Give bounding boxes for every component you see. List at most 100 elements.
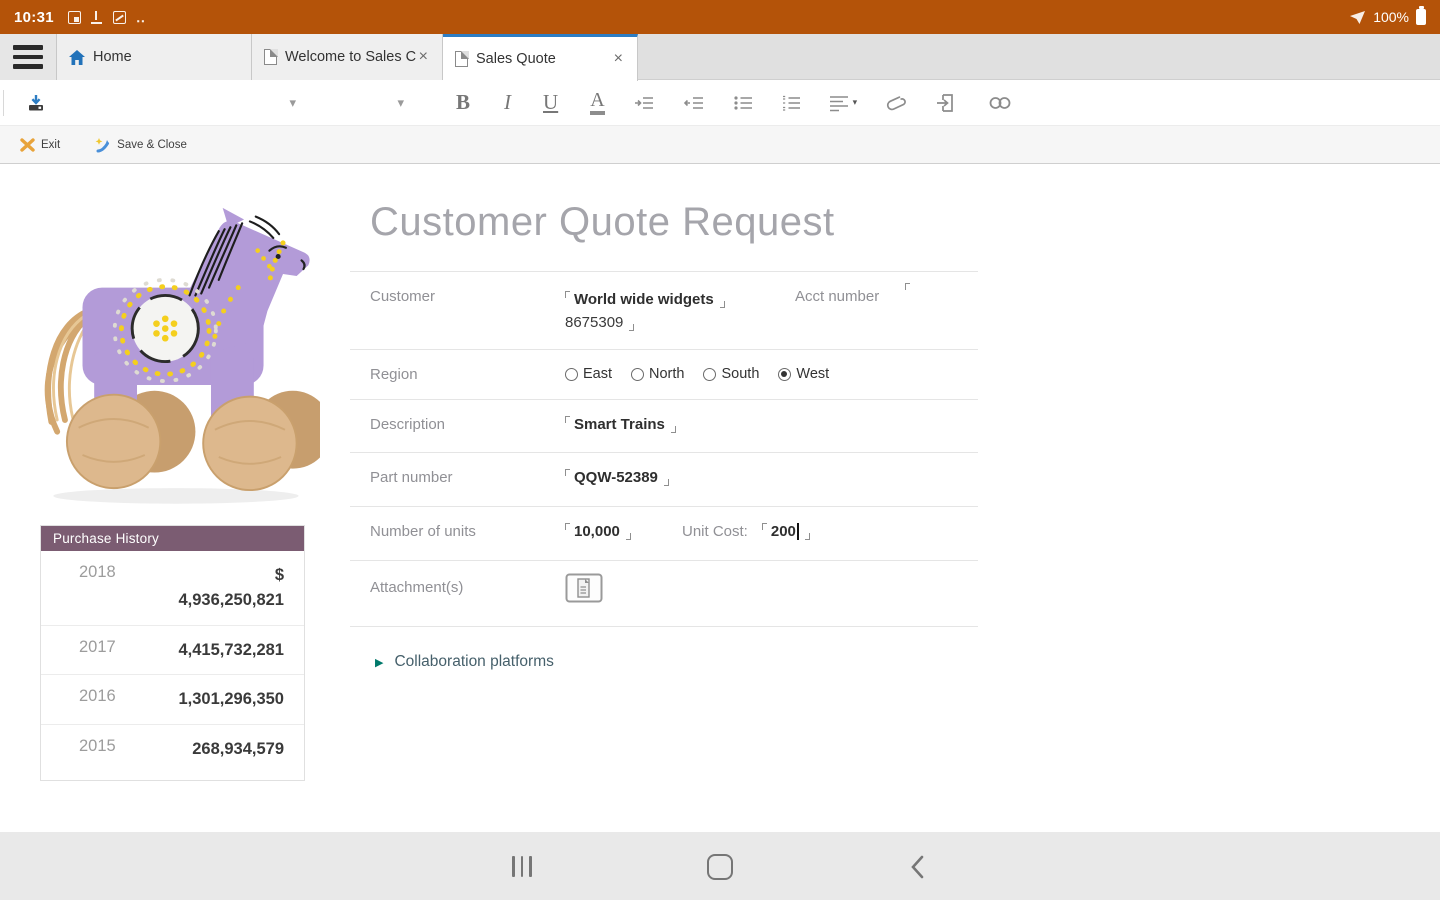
purchase-history-row: 2018 $ 4,936,250,821: [41, 551, 304, 626]
part-number-field[interactable]: QQW-52389: [574, 469, 658, 486]
radio-west-selected[interactable]: West: [778, 366, 829, 382]
unit-cost-label: Unit Cost:: [682, 523, 748, 540]
text-cursor: [796, 523, 799, 540]
home-icon: [69, 49, 85, 65]
unit-cost-field[interactable]: 200: [771, 523, 796, 540]
home-nav-button[interactable]: [707, 854, 733, 880]
field-end-marker: [719, 301, 725, 309]
battery-percent: 100%: [1373, 9, 1409, 25]
save-close-button[interactable]: Save & Close: [94, 137, 187, 153]
save-close-label: Save & Close: [117, 138, 187, 151]
tab-label: Home: [93, 49, 132, 65]
document-icon: [264, 48, 278, 65]
units-row: Number of units 10,000 Unit Cost: 200: [350, 507, 978, 561]
menu-button[interactable]: [0, 34, 56, 80]
year-label: 2018: [79, 563, 116, 581]
close-tab-icon[interactable]: ×: [417, 48, 430, 66]
year-label: 2016: [79, 687, 116, 706]
attachment-thumbnail[interactable]: [565, 573, 603, 626]
numbered-list-button[interactable]: [781, 94, 801, 112]
description-label: Description: [370, 416, 446, 433]
region-radio-group: East North South West: [565, 366, 829, 382]
purchase-history-row: 2015 268,934,579: [41, 725, 304, 780]
battery-icon: [1416, 6, 1426, 25]
underline-button[interactable]: U: [543, 90, 558, 115]
font-size-dropdown[interactable]: ▾: [296, 95, 404, 111]
tab-home[interactable]: Home: [56, 34, 252, 80]
customer-field[interactable]: World wide widgets: [574, 291, 714, 308]
acct-number-field[interactable]: 8675309: [565, 314, 623, 331]
text-color-button[interactable]: A: [590, 90, 605, 115]
insert-object-button[interactable]: [935, 92, 957, 114]
part-number-row: Part number QQW-52389: [350, 453, 978, 507]
field-end-marker: [625, 533, 631, 541]
caret-down-icon: ▾: [852, 97, 858, 107]
back-button[interactable]: [910, 855, 924, 884]
save-import-button[interactable]: [26, 93, 46, 113]
italic-button[interactable]: I: [504, 90, 511, 115]
region-row: Region East North South West: [350, 350, 978, 400]
bullet-list-button[interactable]: [733, 94, 753, 112]
amount-value: 268,934,579: [192, 740, 284, 758]
network-status-icon: [1350, 10, 1366, 24]
field-end-marker: [663, 479, 669, 487]
customer-label: Customer: [370, 288, 436, 305]
attachments-row: Attachment(s): [350, 561, 978, 627]
bold-button[interactable]: B: [456, 90, 470, 115]
amount-value: 4,415,732,281: [178, 640, 284, 659]
radio-east[interactable]: East: [565, 366, 612, 382]
recents-button[interactable]: [512, 856, 532, 877]
alignment-button[interactable]: ▾: [829, 94, 858, 112]
back-chevron-icon: [911, 855, 924, 879]
purchase-history-row: 2016 1,301,296,350: [41, 675, 304, 725]
field-end-marker: [670, 426, 676, 434]
more-notifications-icon: ‥: [135, 8, 147, 25]
tab-label: Welcome to Sales C...: [285, 49, 417, 65]
screenshot-notification-icon: [67, 10, 81, 24]
radio-icon[interactable]: [703, 367, 717, 381]
amount-value: 1,301,296,350: [178, 690, 284, 709]
radio-north[interactable]: North: [631, 366, 684, 382]
font-family-dropdown[interactable]: ▾: [46, 95, 296, 111]
field-start-marker: [565, 291, 570, 299]
document-icon: [455, 50, 469, 67]
document-body: Purchase History 2018 $ 4,936,250,821 20…: [0, 164, 1440, 832]
tab-sales-quote-active[interactable]: Sales Quote ×: [443, 34, 638, 81]
field-start-marker: [905, 283, 911, 290]
tab-welcome[interactable]: Welcome to Sales C... ×: [252, 34, 443, 80]
units-field[interactable]: 10,000: [574, 523, 620, 540]
radio-icon[interactable]: [631, 367, 645, 381]
customer-row: Customer World wide widgets 8675309 Acct…: [350, 272, 978, 350]
page-title: Customer Quote Request: [370, 200, 835, 244]
exit-button[interactable]: Exit: [20, 137, 60, 152]
field-end-marker: [629, 324, 635, 332]
save-close-icon: [95, 137, 110, 152]
radio-checked-icon[interactable]: [778, 367, 792, 381]
android-navigation-bar: [0, 832, 1440, 900]
description-field[interactable]: Smart Trains: [574, 416, 665, 433]
collaboration-section-toggle[interactable]: ▶ Collaboration platforms: [350, 627, 978, 671]
year-label: 2017: [79, 637, 116, 656]
collaboration-label: Collaboration platforms: [394, 653, 554, 670]
radio-label: West: [796, 366, 830, 382]
year-label: 2015: [79, 737, 116, 755]
indent-decrease-button[interactable]: [683, 94, 705, 112]
app-screen: 10:31 ‥ 100% Home Welcome to Sales C... …: [0, 0, 1440, 900]
radio-south[interactable]: South: [703, 366, 759, 382]
purchase-history-row: 2017 4,415,732,281: [41, 626, 304, 676]
radio-label: South: [721, 366, 760, 382]
clock-time: 10:31: [14, 8, 54, 26]
attach-file-button[interactable]: [885, 93, 907, 113]
part-number-label: Part number: [370, 469, 453, 486]
format-toolbar: ▾ ▾ B I U A ▾: [0, 80, 1440, 126]
purchase-history-title: Purchase History: [41, 526, 304, 551]
radio-label: East: [583, 366, 613, 382]
amount-value: 4,936,250,821: [178, 590, 284, 609]
radio-icon[interactable]: [565, 367, 578, 381]
description-row: Description Smart Trains: [350, 400, 978, 453]
field-start-marker: [565, 523, 570, 531]
close-tab-icon[interactable]: ×: [612, 50, 625, 68]
indent-increase-button[interactable]: [633, 94, 655, 112]
field-start-marker: [565, 416, 570, 424]
link-button[interactable]: [987, 95, 1013, 111]
